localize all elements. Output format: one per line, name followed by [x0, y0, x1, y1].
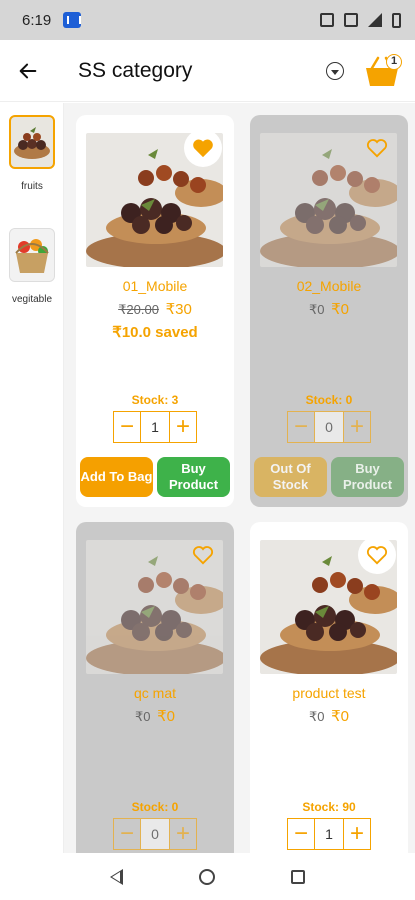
sidebar-item-label: vegitable: [11, 294, 53, 305]
new-price: ₹0: [331, 708, 350, 725]
stock-count: Stock: 3: [131, 393, 179, 407]
buy-product-button[interactable]: Buy Product: [157, 457, 230, 497]
increment-button[interactable]: +: [344, 819, 370, 849]
stock-count: Stock: 90: [302, 800, 356, 814]
increment-button[interactable]: +: [170, 819, 196, 849]
sidebar-item-vegitable[interactable]: vegitable: [9, 228, 55, 305]
quantity-value: 0: [140, 819, 170, 849]
data-icon: [344, 13, 358, 27]
decrement-button[interactable]: −: [114, 412, 140, 442]
product-price: ₹20.00 ₹30: [76, 300, 234, 318]
add-to-bag-button[interactable]: Add To Bag: [80, 457, 153, 497]
nav-home-icon[interactable]: [199, 868, 215, 885]
favorite-button[interactable]: [184, 129, 222, 167]
old-price: ₹0: [134, 709, 151, 724]
product-card[interactable]: 02_Mobile ₹0 ₹0 Stock: 0 − 0 + Out Of St…: [250, 115, 408, 507]
quantity-stepper: − 0 +: [113, 818, 197, 850]
favorite-button[interactable]: [184, 536, 222, 574]
new-price: ₹30: [165, 301, 192, 318]
arrow-left-icon: [19, 63, 37, 78]
product-name: 02_Mobile: [296, 278, 362, 294]
stock-count: Stock: 0: [131, 800, 179, 814]
vegitable-thumbnail: [9, 228, 55, 282]
app-notification-icon: [63, 12, 82, 28]
vegetable-basket-image: [10, 229, 54, 281]
product-name: qc mat: [133, 685, 176, 701]
nav-recents-icon[interactable]: [291, 869, 305, 884]
sidebar-item-label: fruits: [21, 181, 43, 192]
decrement-button[interactable]: −: [114, 819, 140, 849]
product-name: 01_Mobile: [122, 278, 188, 294]
product-price: ₹0 ₹0: [250, 300, 408, 318]
increment-button[interactable]: +: [170, 412, 196, 442]
category-dropdown-button[interactable]: [326, 62, 344, 80]
cart-button[interactable]: 1: [364, 54, 402, 88]
product-card[interactable]: product test ₹0 ₹0 Stock: 90 − 1 +: [250, 522, 408, 853]
quantity-stepper: − 1 +: [113, 411, 197, 443]
product-card[interactable]: 01_Mobile ₹20.00 ₹30 ₹10.0 saved Stock: …: [76, 115, 234, 507]
heart-outline-icon: [192, 546, 214, 565]
heart-outline-icon: [366, 546, 388, 565]
status-time: 6:19: [22, 11, 52, 29]
new-price: ₹0: [331, 301, 350, 318]
product-name: product test: [292, 685, 366, 701]
app-bar: SS category 1: [0, 40, 415, 102]
buy-product-button[interactable]: Buy Product: [331, 457, 404, 497]
old-price: ₹20.00: [118, 302, 159, 317]
card-actions: Out Of Stock Buy Product: [254, 457, 404, 497]
status-icons: [320, 12, 401, 28]
decrement-button[interactable]: −: [288, 412, 314, 442]
product-price: ₹0 ₹0: [250, 707, 408, 725]
system-nav-bar: [0, 853, 415, 900]
cart-count-badge: 1: [386, 54, 402, 70]
mute-icon: [320, 13, 334, 27]
increment-button[interactable]: +: [344, 412, 370, 442]
category-sidebar: fruits vegitable: [0, 103, 64, 853]
status-bar: 6:19: [0, 0, 415, 40]
heart-filled-icon: [193, 139, 213, 158]
nav-back-icon[interactable]: [110, 868, 123, 885]
quantity-value: 1: [140, 412, 170, 442]
sidebar-item-fruits[interactable]: fruits: [9, 115, 55, 192]
quantity-value: 0: [314, 412, 344, 442]
stock-count: Stock: 0: [305, 393, 353, 407]
product-grid: 01_Mobile ₹20.00 ₹30 ₹10.0 saved Stock: …: [64, 103, 415, 853]
saved-amount: ₹10.0 saved: [112, 324, 198, 341]
quantity-stepper: − 1 +: [287, 818, 371, 850]
product-card[interactable]: qc mat ₹0 ₹0 Stock: 0 − 0 +: [76, 522, 234, 853]
quantity-stepper: − 0 +: [287, 411, 371, 443]
favorite-button[interactable]: [358, 536, 396, 574]
battery-icon: [392, 12, 401, 28]
heart-outline-icon: [366, 139, 388, 158]
new-price: ₹0: [157, 708, 176, 725]
favorite-button[interactable]: [358, 129, 396, 167]
dates-bowl-image: [11, 117, 53, 167]
decrement-button[interactable]: −: [288, 819, 314, 849]
page-title: SS category: [78, 58, 193, 82]
old-price: ₹0: [308, 302, 325, 317]
fruits-thumbnail: [9, 115, 55, 169]
signal-icon: [368, 13, 382, 27]
product-price: ₹0 ₹0: [76, 707, 234, 725]
quantity-value: 1: [314, 819, 344, 849]
card-actions: Add To Bag Buy Product: [80, 457, 230, 497]
old-price: ₹0: [308, 709, 325, 724]
back-button[interactable]: [0, 40, 56, 102]
out-of-stock-button[interactable]: Out Of Stock: [254, 457, 327, 497]
